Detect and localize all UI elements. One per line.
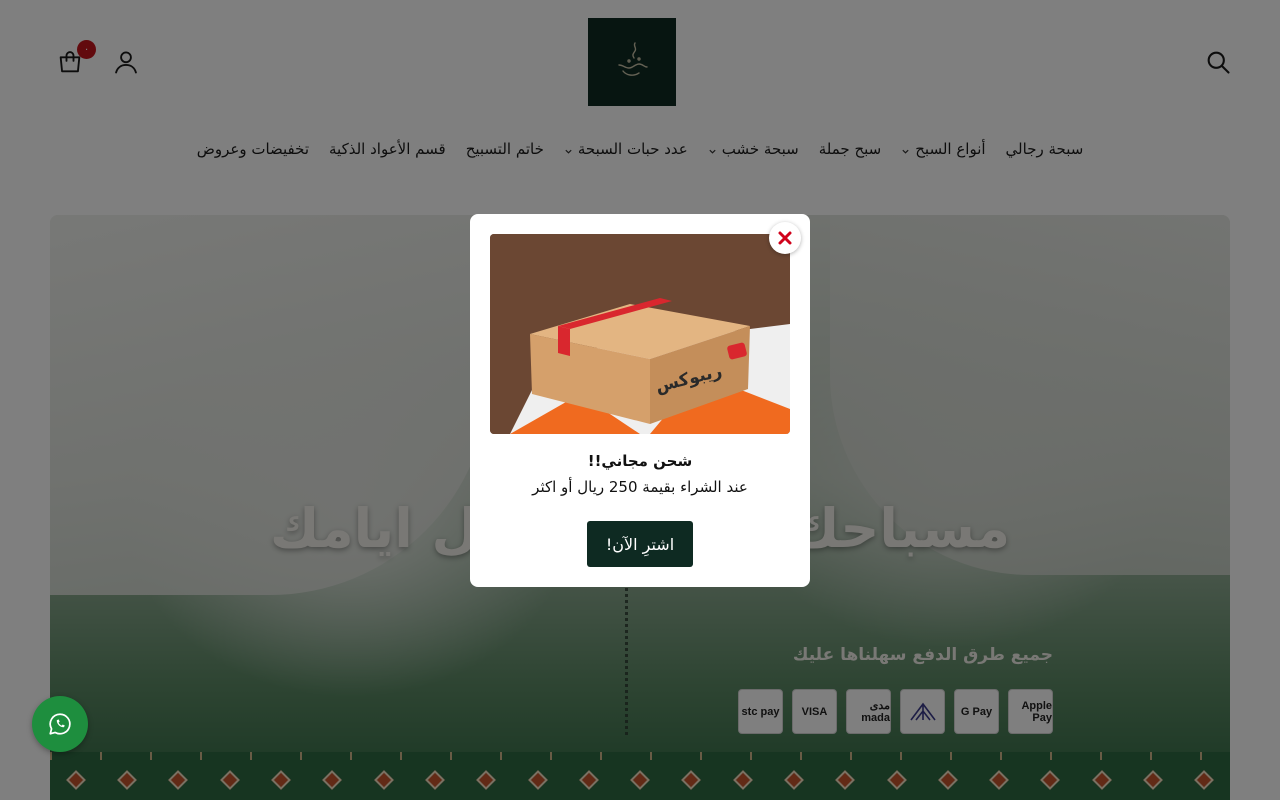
popup-title: شحن مجاني!!: [587, 452, 693, 470]
popup-image-shipping-box: ريبوكس: [490, 234, 790, 434]
shipping-box-illustration: ريبوكس: [490, 234, 790, 434]
popup-text: عند الشراء بقيمة 250 ريال أو اكثر: [532, 478, 748, 496]
whatsapp-chat-button[interactable]: [32, 696, 88, 752]
free-shipping-popup: ريبوكس شحن مجاني!! عند الشراء بقيمة 250 …: [470, 214, 810, 587]
popup-close-button[interactable]: [769, 222, 801, 254]
shop-now-button[interactable]: اشترِ الآن!: [587, 521, 693, 567]
whatsapp-icon: [49, 713, 71, 735]
close-icon: [778, 231, 792, 245]
